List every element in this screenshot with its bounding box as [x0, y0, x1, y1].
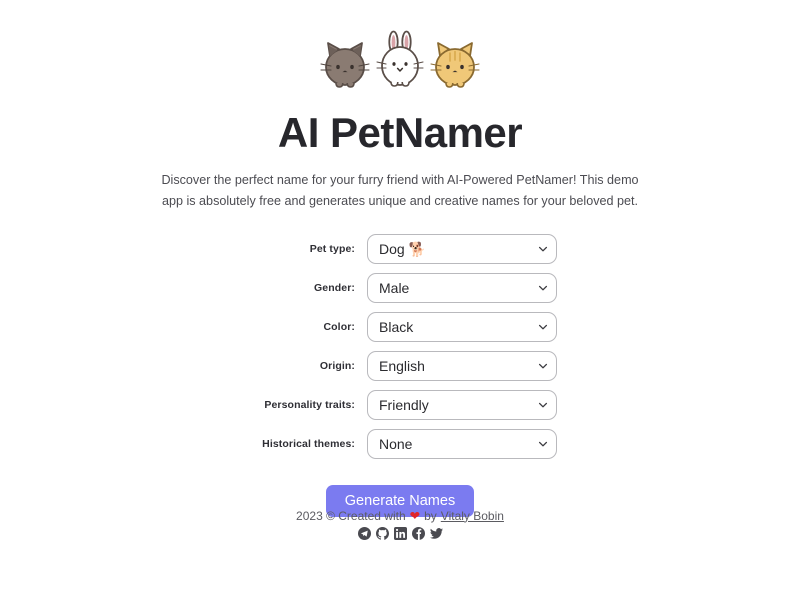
label-personality-traits: Personality traits:: [264, 398, 355, 411]
select-wrap-gender: Male: [367, 272, 557, 303]
form-row-pet-type: Pet type: Dog 🐕: [243, 233, 557, 264]
select-personality-traits[interactable]: Friendly: [367, 389, 557, 420]
select-wrap-color: Black: [367, 311, 557, 342]
telegram-icon[interactable]: [357, 527, 371, 540]
select-wrap-origin: English: [367, 350, 557, 381]
select-historical-themes-value: None: [379, 435, 413, 452]
form-row-color: Color: Black: [243, 311, 557, 342]
select-gender[interactable]: Male: [367, 272, 557, 303]
select-origin-value: English: [379, 357, 425, 374]
label-gender: Gender:: [314, 281, 355, 294]
footer-credit-prefix: 2023 © Created with: [296, 508, 406, 523]
select-origin[interactable]: English: [367, 350, 557, 381]
heart-icon: ❤: [409, 508, 421, 523]
label-historical-themes: Historical themes:: [262, 437, 355, 450]
linkedin-icon[interactable]: [393, 527, 407, 540]
select-color-value: Black: [379, 318, 414, 335]
select-historical-themes[interactable]: None: [367, 428, 557, 459]
footer-credit: 2023 © Created with ❤ by Vitaly Bobin: [296, 508, 504, 523]
select-wrap-pet-type: Dog 🐕: [367, 233, 557, 264]
gray-cat-icon: [319, 36, 371, 92]
social-links: [357, 527, 443, 540]
select-personality-traits-value: Friendly: [379, 396, 429, 413]
select-gender-value: Male: [379, 279, 410, 296]
page-title: AI PetNamer: [277, 109, 523, 156]
select-wrap-historical-themes: None: [367, 428, 557, 459]
label-pet-type: Pet type:: [309, 242, 355, 255]
github-icon[interactable]: [375, 527, 389, 540]
footer: 2023 © Created with ❤ by Vitaly Bobin: [0, 508, 800, 540]
twitter-icon[interactable]: [429, 527, 443, 540]
app-description: Discover the perfect name for your furry…: [161, 173, 639, 208]
hero-illustration: [315, 30, 485, 92]
label-color: Color:: [323, 320, 355, 333]
form-row-historical-themes: Historical themes: None: [243, 428, 557, 459]
footer-credit-middle: by: [424, 508, 437, 523]
pet-name-form: Pet type: Dog 🐕 Gender: Male Color: Blac…: [243, 233, 557, 459]
app-page: AI PetNamer Discover the perfect name fo…: [0, 0, 800, 600]
white-rabbit-icon: [375, 30, 425, 92]
label-origin: Origin:: [319, 359, 355, 372]
select-pet-type-value: Dog 🐕: [379, 240, 427, 257]
select-color[interactable]: Black: [367, 311, 557, 342]
facebook-icon[interactable]: [411, 527, 425, 540]
author-link[interactable]: Vitaly Bobin: [441, 510, 504, 522]
form-row-personality-traits: Personality traits: Friendly: [243, 389, 557, 420]
select-wrap-personality-traits: Friendly: [367, 389, 557, 420]
select-pet-type[interactable]: Dog 🐕: [367, 233, 557, 264]
form-row-origin: Origin: English: [243, 350, 557, 381]
orange-cat-icon: [429, 36, 481, 92]
form-row-gender: Gender: Male: [243, 272, 557, 303]
